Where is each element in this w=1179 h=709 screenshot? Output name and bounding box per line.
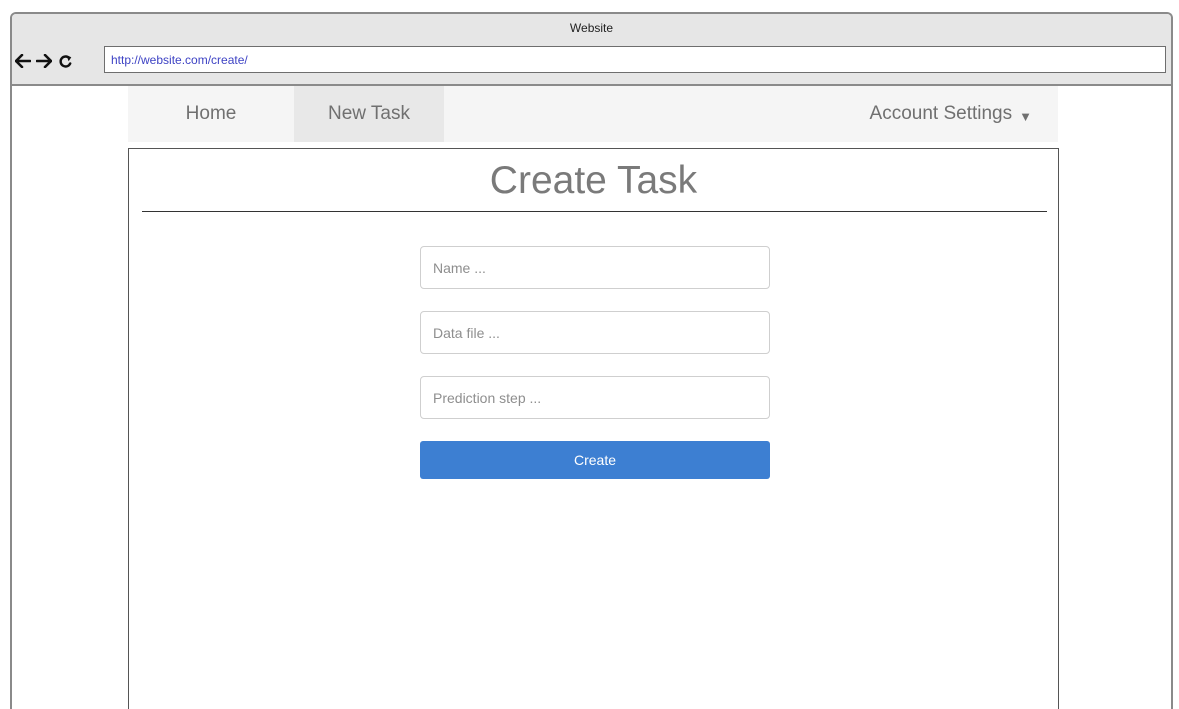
nav-item-label: Home [185,103,237,124]
name-input[interactable] [420,246,770,289]
browser-nav-buttons [14,50,74,72]
title-divider [142,211,1047,212]
arrow-right-icon[interactable] [35,52,53,70]
nav-item-label: New Task [327,103,410,124]
nav-item-account-settings[interactable]: Account Settings ▼ [870,86,1032,142]
nav-item-new-task[interactable]: New Task [294,86,444,142]
page: Website http://website.com/create/ Home … [0,0,1179,709]
page-title: Create Task [489,159,698,202]
address-bar[interactable]: http://website.com/create/ [104,46,1166,73]
browser-chrome: Website http://website.com/create/ [12,14,1171,86]
window-title: Website [569,21,614,35]
caret-down-icon: ▼ [1019,108,1032,124]
reload-icon[interactable] [56,52,74,70]
create-button[interactable]: Create [420,441,770,479]
page-viewport: Home New Task Account Settings ▼ Create … [12,86,1171,709]
top-navbar: Home New Task Account Settings ▼ [128,86,1058,142]
url-text[interactable]: http://website.com/create/ [111,53,248,67]
browser-window: Website http://website.com/create/ Home … [10,12,1173,709]
create-task-panel: Create Task Create [128,148,1059,709]
prediction-step-input[interactable] [420,376,770,419]
nav-item-label: Account Settings [869,103,1013,124]
nav-item-home[interactable]: Home [128,86,294,142]
data-file-input[interactable] [420,311,770,354]
arrow-left-icon[interactable] [14,52,32,70]
